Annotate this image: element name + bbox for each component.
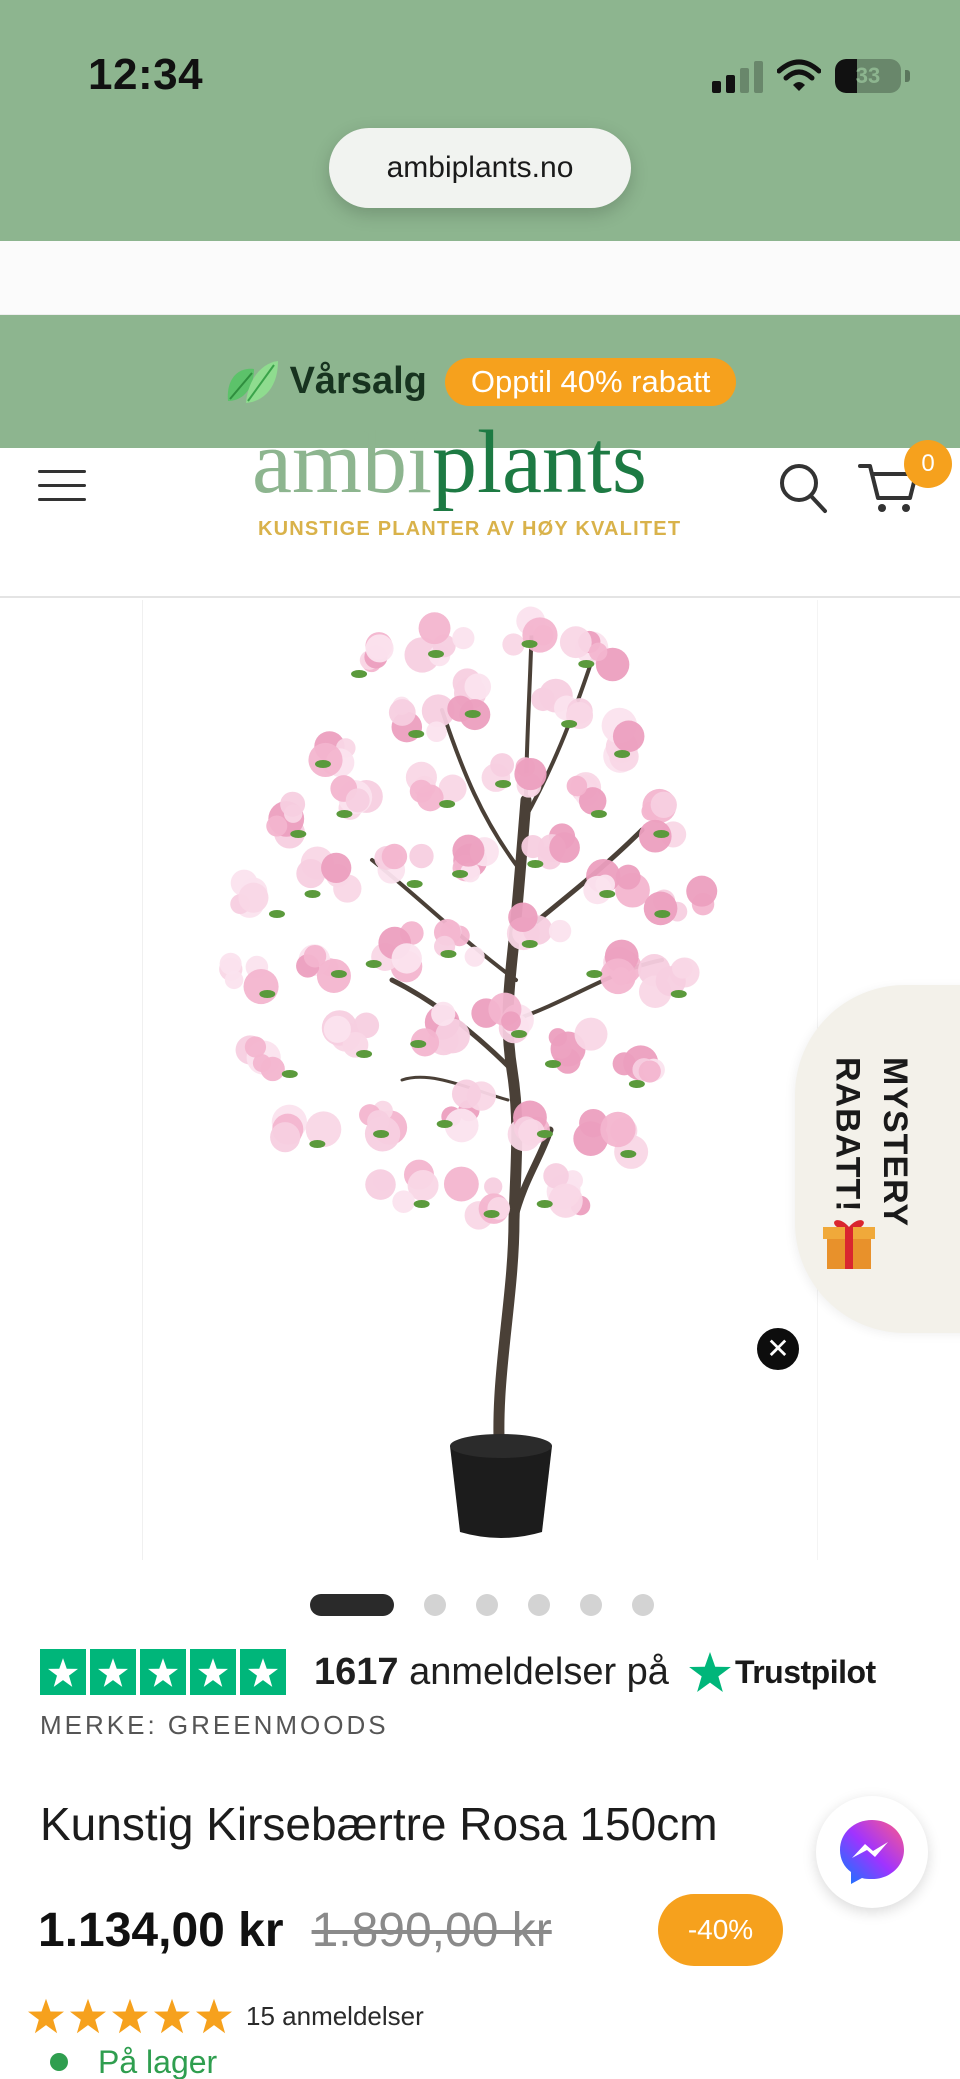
logo-text-plants: plants <box>431 413 647 512</box>
mystery-discount-label: MYSTERY RABATT! <box>823 1057 918 1227</box>
logo-text-ambi: ambi <box>252 413 432 512</box>
battery-level: 33 <box>855 63 881 88</box>
carousel-dot-4[interactable] <box>528 1594 550 1616</box>
close-mystery-button[interactable]: ✕ <box>754 1325 802 1373</box>
product-image[interactable] <box>142 600 818 1560</box>
trustpilot-star-icon <box>689 1652 731 1692</box>
gift-icon <box>823 1220 875 1269</box>
page: 12:34 33 ambiplants.no Vårsalg Opptil 40… <box>0 0 960 2079</box>
trustpilot-star-icon <box>140 1649 186 1695</box>
trustpilot-widget[interactable]: 1617 anmeldelser på Trustpilot <box>40 1644 960 1700</box>
trustpilot-star-icon <box>90 1649 136 1695</box>
carousel-dot-2[interactable] <box>424 1594 446 1616</box>
battery-icon: 33 <box>835 59 901 93</box>
trustpilot-star-icon <box>190 1649 236 1695</box>
trustpilot-count: 1617 <box>314 1650 399 1693</box>
trustpilot-logo: Trustpilot <box>689 1652 876 1692</box>
carousel-dots[interactable] <box>310 1594 654 1616</box>
browser-toolbar-gap <box>0 241 960 315</box>
trustpilot-review-text: 1617 anmeldelser på <box>314 1651 669 1694</box>
site-header: ambiplants KUNSTIGE PLANTER AV HØY KVALI… <box>0 418 960 598</box>
status-time: 12:34 <box>88 50 204 99</box>
browser-chrome: 12:34 33 ambiplants.no <box>0 0 960 241</box>
messenger-chat-button[interactable] <box>816 1796 928 1908</box>
old-price: 1.890,00 kr <box>311 1903 552 1957</box>
rating-stars <box>28 1998 232 2034</box>
cart-count-badge: 0 <box>904 440 952 488</box>
product-title: Kunstig Kirsebærtre Rosa 150cm <box>40 1798 718 1850</box>
review-count[interactable]: 15 anmeldelser <box>246 2001 424 2032</box>
trustpilot-star-icon <box>240 1649 286 1695</box>
current-price: 1.134,00 kr <box>38 1903 284 1957</box>
messenger-icon <box>840 1820 904 1884</box>
product-rating[interactable]: 15 anmeldelser <box>28 1996 424 2036</box>
mystery-label-line2: RABATT! <box>828 1057 867 1213</box>
trustpilot-stars <box>40 1649 286 1695</box>
mystery-discount-tab[interactable]: MYSTERY RABATT! <box>795 985 960 1333</box>
site-logo[interactable]: ambiplants KUNSTIGE PLANTER AV HØY KVALI… <box>252 418 712 578</box>
menu-icon[interactable] <box>38 470 86 510</box>
rating-star-icon <box>112 1998 148 2034</box>
carousel-dot-3[interactable] <box>476 1594 498 1616</box>
mystery-label-line1: MYSTERY <box>876 1057 915 1228</box>
stock-text: På lager <box>98 2043 218 2079</box>
carousel-dot-1[interactable] <box>310 1594 394 1616</box>
cellular-signal-icon <box>712 59 763 93</box>
wifi-icon <box>777 59 821 91</box>
rating-star-icon <box>28 1998 64 2034</box>
stock-status: På lager <box>50 2042 217 2079</box>
carousel-dot-5[interactable] <box>580 1594 602 1616</box>
rating-star-icon <box>70 1998 106 2034</box>
rating-star-icon <box>196 1998 232 2034</box>
trustpilot-label: anmeldelser på <box>409 1650 669 1693</box>
leaf-icon <box>227 360 278 403</box>
promo-title: Vårsalg <box>289 360 427 402</box>
promo-badge: Opptil 40% rabatt <box>444 357 737 406</box>
url-bar[interactable]: ambiplants.no <box>329 128 631 208</box>
search-icon[interactable] <box>778 462 828 514</box>
status-icons: 33 <box>712 54 910 98</box>
product-brand[interactable]: MERKE: GREENMOODS <box>40 1710 389 1741</box>
stock-indicator-dot <box>50 2053 68 2071</box>
logo-tagline: KUNSTIGE PLANTER AV HØY KVALITET <box>258 518 682 540</box>
price-row: 1.134,00 kr 1.890,00 kr -40% <box>38 1890 938 1970</box>
trustpilot-star-icon <box>40 1649 86 1695</box>
carousel-dot-6[interactable] <box>632 1594 654 1616</box>
discount-badge: -40% <box>658 1894 783 1966</box>
rating-star-icon <box>154 1998 190 2034</box>
trustpilot-brand: Trustpilot <box>734 1653 876 1690</box>
